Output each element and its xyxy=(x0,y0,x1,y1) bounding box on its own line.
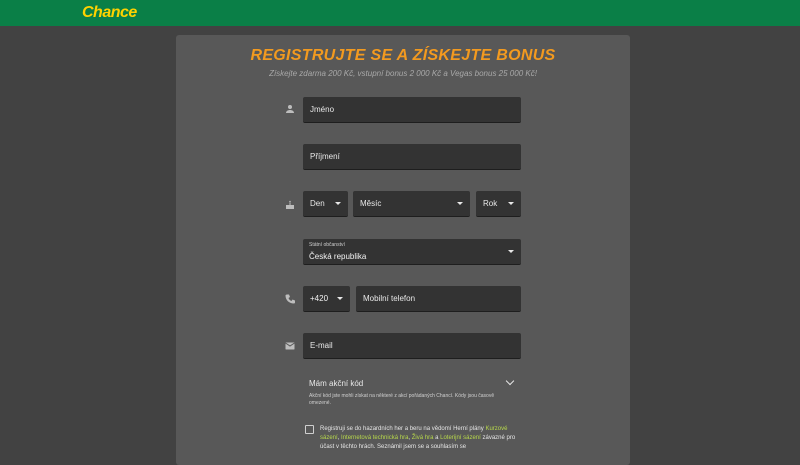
first-name-placeholder: Jméno xyxy=(310,105,335,114)
terms-text-1: Registruji se do hazardních her a beru n… xyxy=(320,426,486,432)
mail-icon xyxy=(285,342,295,350)
promo-code-label: Mám akční kód xyxy=(309,379,364,388)
chevron-down-icon xyxy=(508,202,514,205)
birth-year-label: Rok xyxy=(483,199,498,208)
email-placeholder: E-mail xyxy=(310,341,333,350)
birth-year-select[interactable]: Rok xyxy=(476,191,521,217)
chevron-down-icon xyxy=(508,250,514,253)
top-bar: Chance xyxy=(0,0,800,26)
terms-text: Registruji se do hazardních her a beru n… xyxy=(320,425,525,452)
form-subtitle: Získejte zdarma 200 Kč, vstupní bonus 2 … xyxy=(269,69,537,78)
phone-prefix-select[interactable]: +420 xyxy=(303,286,350,312)
phone-icon xyxy=(285,294,295,304)
email-field[interactable]: E-mail xyxy=(303,333,521,359)
phone-field[interactable]: Mobilní telefon xyxy=(356,286,521,312)
phone-prefix-value: +420 xyxy=(310,294,329,303)
chevron-down-icon xyxy=(335,202,341,205)
terms-link-ziva-hra[interactable]: Živá hra xyxy=(412,435,434,441)
terms-link-loterijni-sazeni[interactable]: Loterijní sázení xyxy=(440,435,481,441)
birth-month-label: Měsíc xyxy=(360,199,382,208)
citizenship-select[interactable]: Státní občanství Česká republika xyxy=(303,239,521,265)
birth-day-select[interactable]: Den xyxy=(303,191,348,217)
first-name-field[interactable]: Jméno xyxy=(303,97,521,123)
last-name-placeholder: Příjmení xyxy=(310,152,340,161)
cake-icon xyxy=(286,200,294,209)
terms-link-internetova-hra[interactable]: Internetová technická hra xyxy=(341,435,408,441)
last-name-field[interactable]: Příjmení xyxy=(303,144,521,170)
promo-code-note: Akční kód jste mohli získat na některé z… xyxy=(309,393,495,406)
phone-placeholder: Mobilní telefon xyxy=(363,294,416,303)
citizenship-value: Česká republika xyxy=(309,252,367,261)
terms-checkbox[interactable] xyxy=(305,425,314,434)
person-icon xyxy=(286,105,294,113)
chevron-down-icon[interactable] xyxy=(505,376,515,386)
form-title: REGISTRUJTE SE A ZÍSKEJTE BONUS xyxy=(250,47,556,64)
birth-day-label: Den xyxy=(310,199,325,208)
registration-panel: REGISTRUJTE SE A ZÍSKEJTE BONUS Získejte… xyxy=(176,35,630,465)
chevron-down-icon xyxy=(457,202,463,205)
chance-logo[interactable]: Chance xyxy=(82,4,137,22)
birth-month-select[interactable]: Měsíc xyxy=(353,191,470,217)
chevron-down-icon xyxy=(337,297,343,300)
citizenship-label: Státní občanství xyxy=(309,242,345,248)
